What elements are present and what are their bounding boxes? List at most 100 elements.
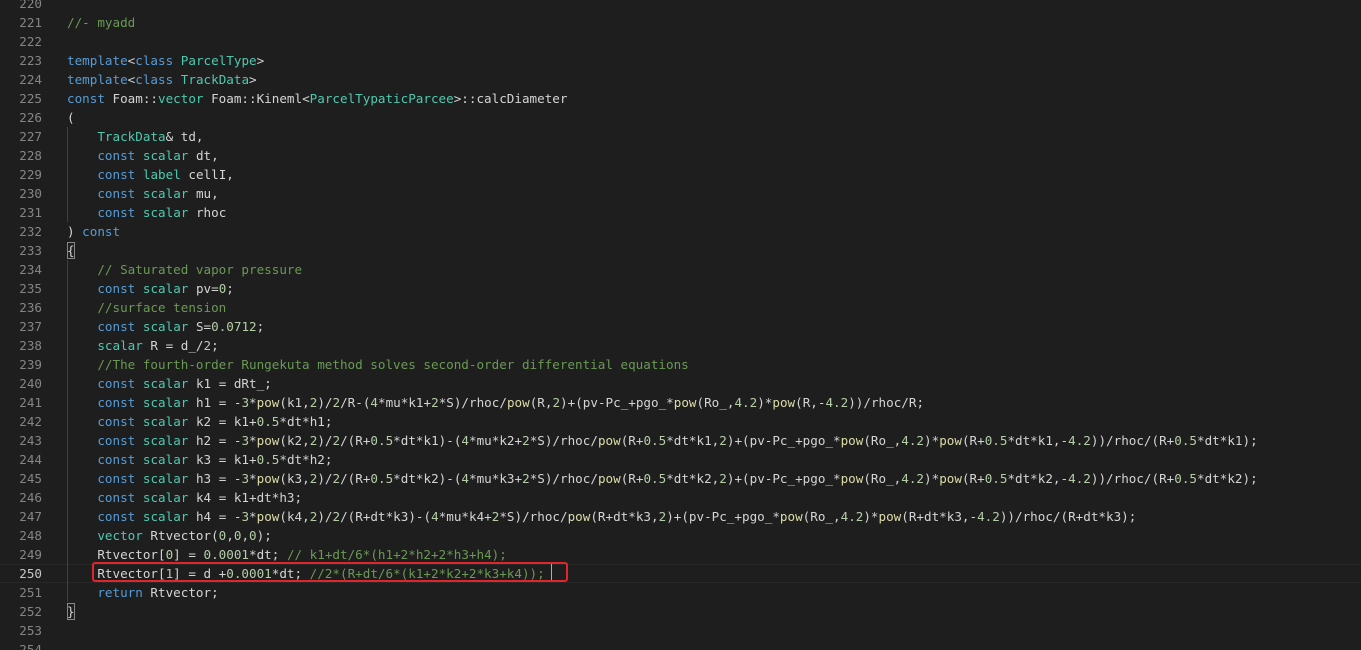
code-text: return Rtvector; bbox=[97, 585, 219, 600]
code-line[interactable]: 230 const scalar mu, bbox=[0, 184, 1361, 203]
code-line[interactable]: 252} bbox=[0, 602, 1361, 621]
code-line[interactable]: 222 bbox=[0, 32, 1361, 51]
code-line[interactable]: 245 const scalar h3 = -3*pow(k3,2)/2/(R+… bbox=[0, 469, 1361, 488]
code-text: const scalar k1 = dRt_; bbox=[97, 376, 272, 391]
code-text: const scalar h2 = -3*pow(k2,2)/2/(R+0.5*… bbox=[97, 433, 1258, 448]
code-line[interactable]: 241 const scalar h1 = -3*pow(k1,2)/2/R-(… bbox=[0, 393, 1361, 412]
code-line[interactable]: 238 scalar R = d_/2; bbox=[0, 336, 1361, 355]
code-line[interactable]: 231 const scalar rhoc bbox=[0, 203, 1361, 222]
line-number: 252 bbox=[19, 604, 42, 619]
line-number: 230 bbox=[19, 186, 42, 201]
code-line[interactable]: 246 const scalar k4 = k1+dt*h3; bbox=[0, 488, 1361, 507]
code-line[interactable]: 240 const scalar k1 = dRt_; bbox=[0, 374, 1361, 393]
code-text: scalar R = d_/2; bbox=[97, 338, 219, 353]
code-text: const Foam::vector Foam::Kineml<ParcelTy… bbox=[67, 91, 568, 106]
line-number: 245 bbox=[19, 471, 42, 486]
code-line[interactable]: 233{ bbox=[0, 241, 1361, 260]
code-text: template<class ParcelType> bbox=[67, 53, 265, 68]
code-line[interactable]: 247 const scalar h4 = -3*pow(k4,2)/2/(R+… bbox=[0, 507, 1361, 526]
line-number: 231 bbox=[19, 205, 42, 220]
code-line[interactable]: 225 const Foam::vector Foam::Kineml<Parce… bbox=[0, 89, 1361, 108]
line-number: 254 bbox=[19, 642, 42, 650]
line-number: 239 bbox=[19, 357, 42, 372]
line-number: 251 bbox=[19, 585, 42, 600]
code-line[interactable]: 242 const scalar k2 = k1+0.5*dt*h1; bbox=[0, 412, 1361, 431]
code-text: ) const bbox=[67, 224, 121, 239]
line-number: 222 bbox=[19, 34, 42, 49]
code-line[interactable]: 251 return Rtvector; bbox=[0, 583, 1361, 602]
code-line[interactable]: 229 const label cellI, bbox=[0, 165, 1361, 184]
indent-guide bbox=[67, 127, 68, 222]
line-number: 241 bbox=[19, 395, 42, 410]
code-text: const scalar h4 = -3*pow(k4,2)/2/(R+dt*k… bbox=[97, 509, 1137, 524]
line-number: 233 bbox=[19, 243, 42, 258]
line-number: 242 bbox=[19, 414, 42, 429]
code-text: const scalar h1 = -3*pow(k1,2)/2/R-(4*mu… bbox=[97, 395, 925, 410]
line-number: 249 bbox=[19, 547, 42, 562]
code-text: //surface tension bbox=[97, 300, 227, 315]
line-number: 226 bbox=[19, 110, 42, 125]
code-line[interactable]: 253 bbox=[0, 621, 1361, 640]
bracket-match-highlight bbox=[67, 603, 75, 620]
line-number: 228 bbox=[19, 148, 42, 163]
code-line[interactable]: 239 //The fourth-order Rungekuta method … bbox=[0, 355, 1361, 374]
code-line[interactable]: 235 const scalar pv=0; bbox=[0, 279, 1361, 298]
line-number: 223 bbox=[19, 53, 42, 68]
code-editor[interactable]: 220 221 //- myadd 222 223 template<class Parc… bbox=[0, 0, 1361, 650]
indent-guide bbox=[67, 260, 68, 602]
code-text: const scalar S=0.0712; bbox=[97, 319, 265, 334]
line-number: 238 bbox=[19, 338, 42, 353]
code-line[interactable]: 236 //surface tension bbox=[0, 298, 1361, 317]
text-cursor bbox=[551, 564, 552, 580]
code-text: template<class TrackData> bbox=[67, 72, 257, 87]
code-text: TrackData& td, bbox=[97, 129, 204, 144]
line-number: 237 bbox=[19, 319, 42, 334]
line-number: 229 bbox=[19, 167, 42, 182]
code-line[interactable]: 244 const scalar k3 = k1+0.5*dt*h2; bbox=[0, 450, 1361, 469]
code-text: const scalar pv=0; bbox=[97, 281, 234, 296]
code-line[interactable]: 234 // Saturated vapor pressure bbox=[0, 260, 1361, 279]
line-number: 236 bbox=[19, 300, 42, 315]
code-text: const scalar rhoc bbox=[97, 205, 227, 220]
bracket-match-highlight bbox=[67, 242, 75, 259]
code-text: const scalar k4 = k1+dt*h3; bbox=[97, 490, 303, 505]
code-text: const label cellI, bbox=[97, 167, 234, 182]
code-line[interactable]: 232 ) const bbox=[0, 222, 1361, 241]
code-line[interactable]: 224 template<class TrackData> bbox=[0, 70, 1361, 89]
line-number: 232 bbox=[19, 224, 42, 239]
line-number: 253 bbox=[19, 623, 42, 638]
line-number: 246 bbox=[19, 490, 42, 505]
code-text: const scalar k2 = k1+0.5*dt*h1; bbox=[97, 414, 333, 429]
line-number: 248 bbox=[19, 528, 42, 543]
line-number: 240 bbox=[19, 376, 42, 391]
code-line[interactable]: 243 const scalar h2 = -3*pow(k2,2)/2/(R+… bbox=[0, 431, 1361, 450]
line-number: 221 bbox=[19, 15, 42, 30]
code-line[interactable]: 248 vector Rtvector(0,0,0); bbox=[0, 526, 1361, 545]
line-number: 250 bbox=[19, 566, 42, 581]
line-number: 247 bbox=[19, 509, 42, 524]
line-number: 224 bbox=[19, 72, 42, 87]
code-line[interactable]: 221 //- myadd bbox=[0, 13, 1361, 32]
code-text: const scalar mu, bbox=[97, 186, 219, 201]
code-text: const scalar k3 = k1+0.5*dt*h2; bbox=[97, 452, 333, 467]
code-line[interactable]: 226 ( bbox=[0, 108, 1361, 127]
code-line[interactable]: 220 bbox=[0, 0, 1361, 13]
line-number: 227 bbox=[19, 129, 42, 144]
code-line[interactable]: 237 const scalar S=0.0712; bbox=[0, 317, 1361, 336]
line-number: 243 bbox=[19, 433, 42, 448]
code-text: ( bbox=[67, 110, 75, 125]
line-number: 225 bbox=[19, 91, 42, 106]
annotation-highlight-box bbox=[92, 562, 568, 582]
code-text: //- myadd bbox=[67, 15, 136, 30]
code-line[interactable]: 227 TrackData& td, bbox=[0, 127, 1361, 146]
code-line[interactable]: 254 bbox=[0, 640, 1361, 650]
code-line[interactable]: 228 const scalar dt, bbox=[0, 146, 1361, 165]
code-line[interactable]: 223 template<class ParcelType> bbox=[0, 51, 1361, 70]
line-number: 234 bbox=[19, 262, 42, 277]
code-text: // Saturated vapor pressure bbox=[97, 262, 303, 277]
line-number: 220 bbox=[19, 0, 42, 11]
code-text: const scalar h3 = -3*pow(k3,2)/2/(R+0.5*… bbox=[97, 471, 1258, 486]
line-number: 244 bbox=[19, 452, 42, 467]
code-text: //The fourth-order Rungekuta method solv… bbox=[97, 357, 689, 372]
code-text: vector Rtvector(0,0,0); bbox=[97, 528, 272, 543]
